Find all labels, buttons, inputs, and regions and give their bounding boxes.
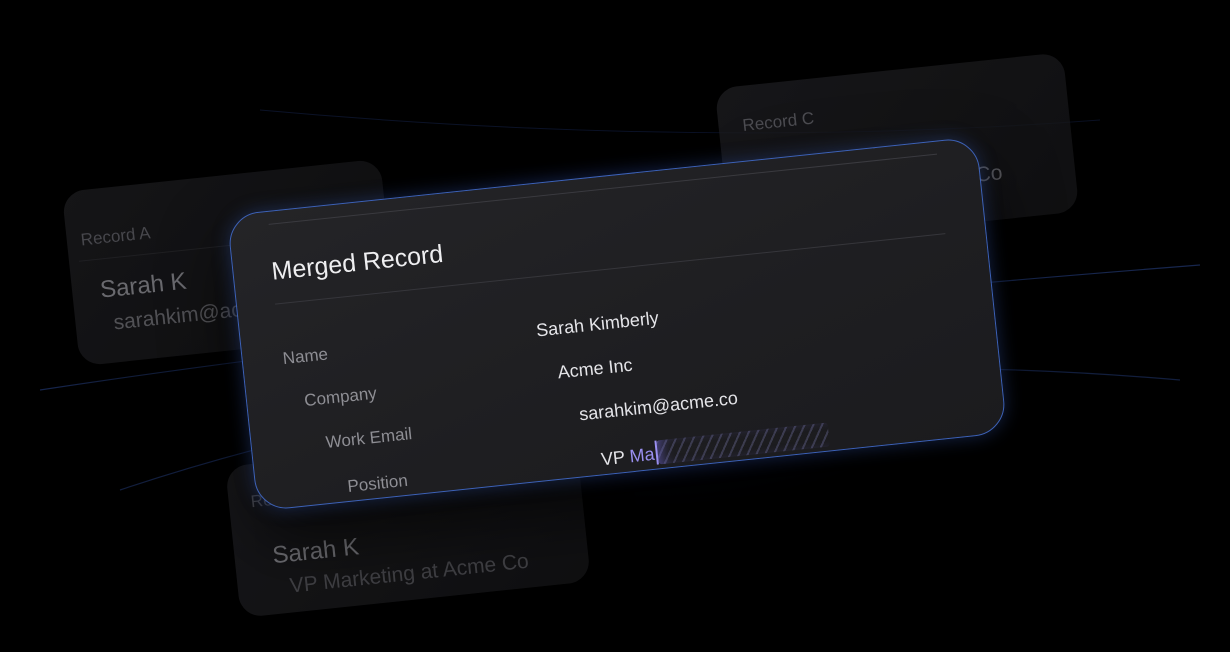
company-label: Company — [303, 383, 378, 411]
record-a-label: Record A — [79, 223, 152, 250]
work-email-value[interactable]: sarahkim@acme.co — [578, 388, 739, 426]
record-a-name: Sarah K — [98, 267, 188, 304]
position-typed-text: Ma — [628, 443, 656, 467]
name-value[interactable]: Sarah Kimberly — [535, 308, 660, 342]
name-label: Name — [281, 344, 329, 369]
work-email-label: Work Email — [324, 424, 413, 453]
position-label: Position — [346, 470, 409, 497]
scene: Record A Sarah K sarahkim@acme Record C … — [0, 0, 1230, 652]
company-value[interactable]: Acme Inc — [557, 355, 634, 384]
record-b-name: Sarah K — [271, 533, 361, 570]
position-prefix: VP — [600, 446, 631, 470]
record-c-label: Record C — [741, 108, 816, 135]
merged-record-title: Merged Record — [270, 239, 445, 286]
